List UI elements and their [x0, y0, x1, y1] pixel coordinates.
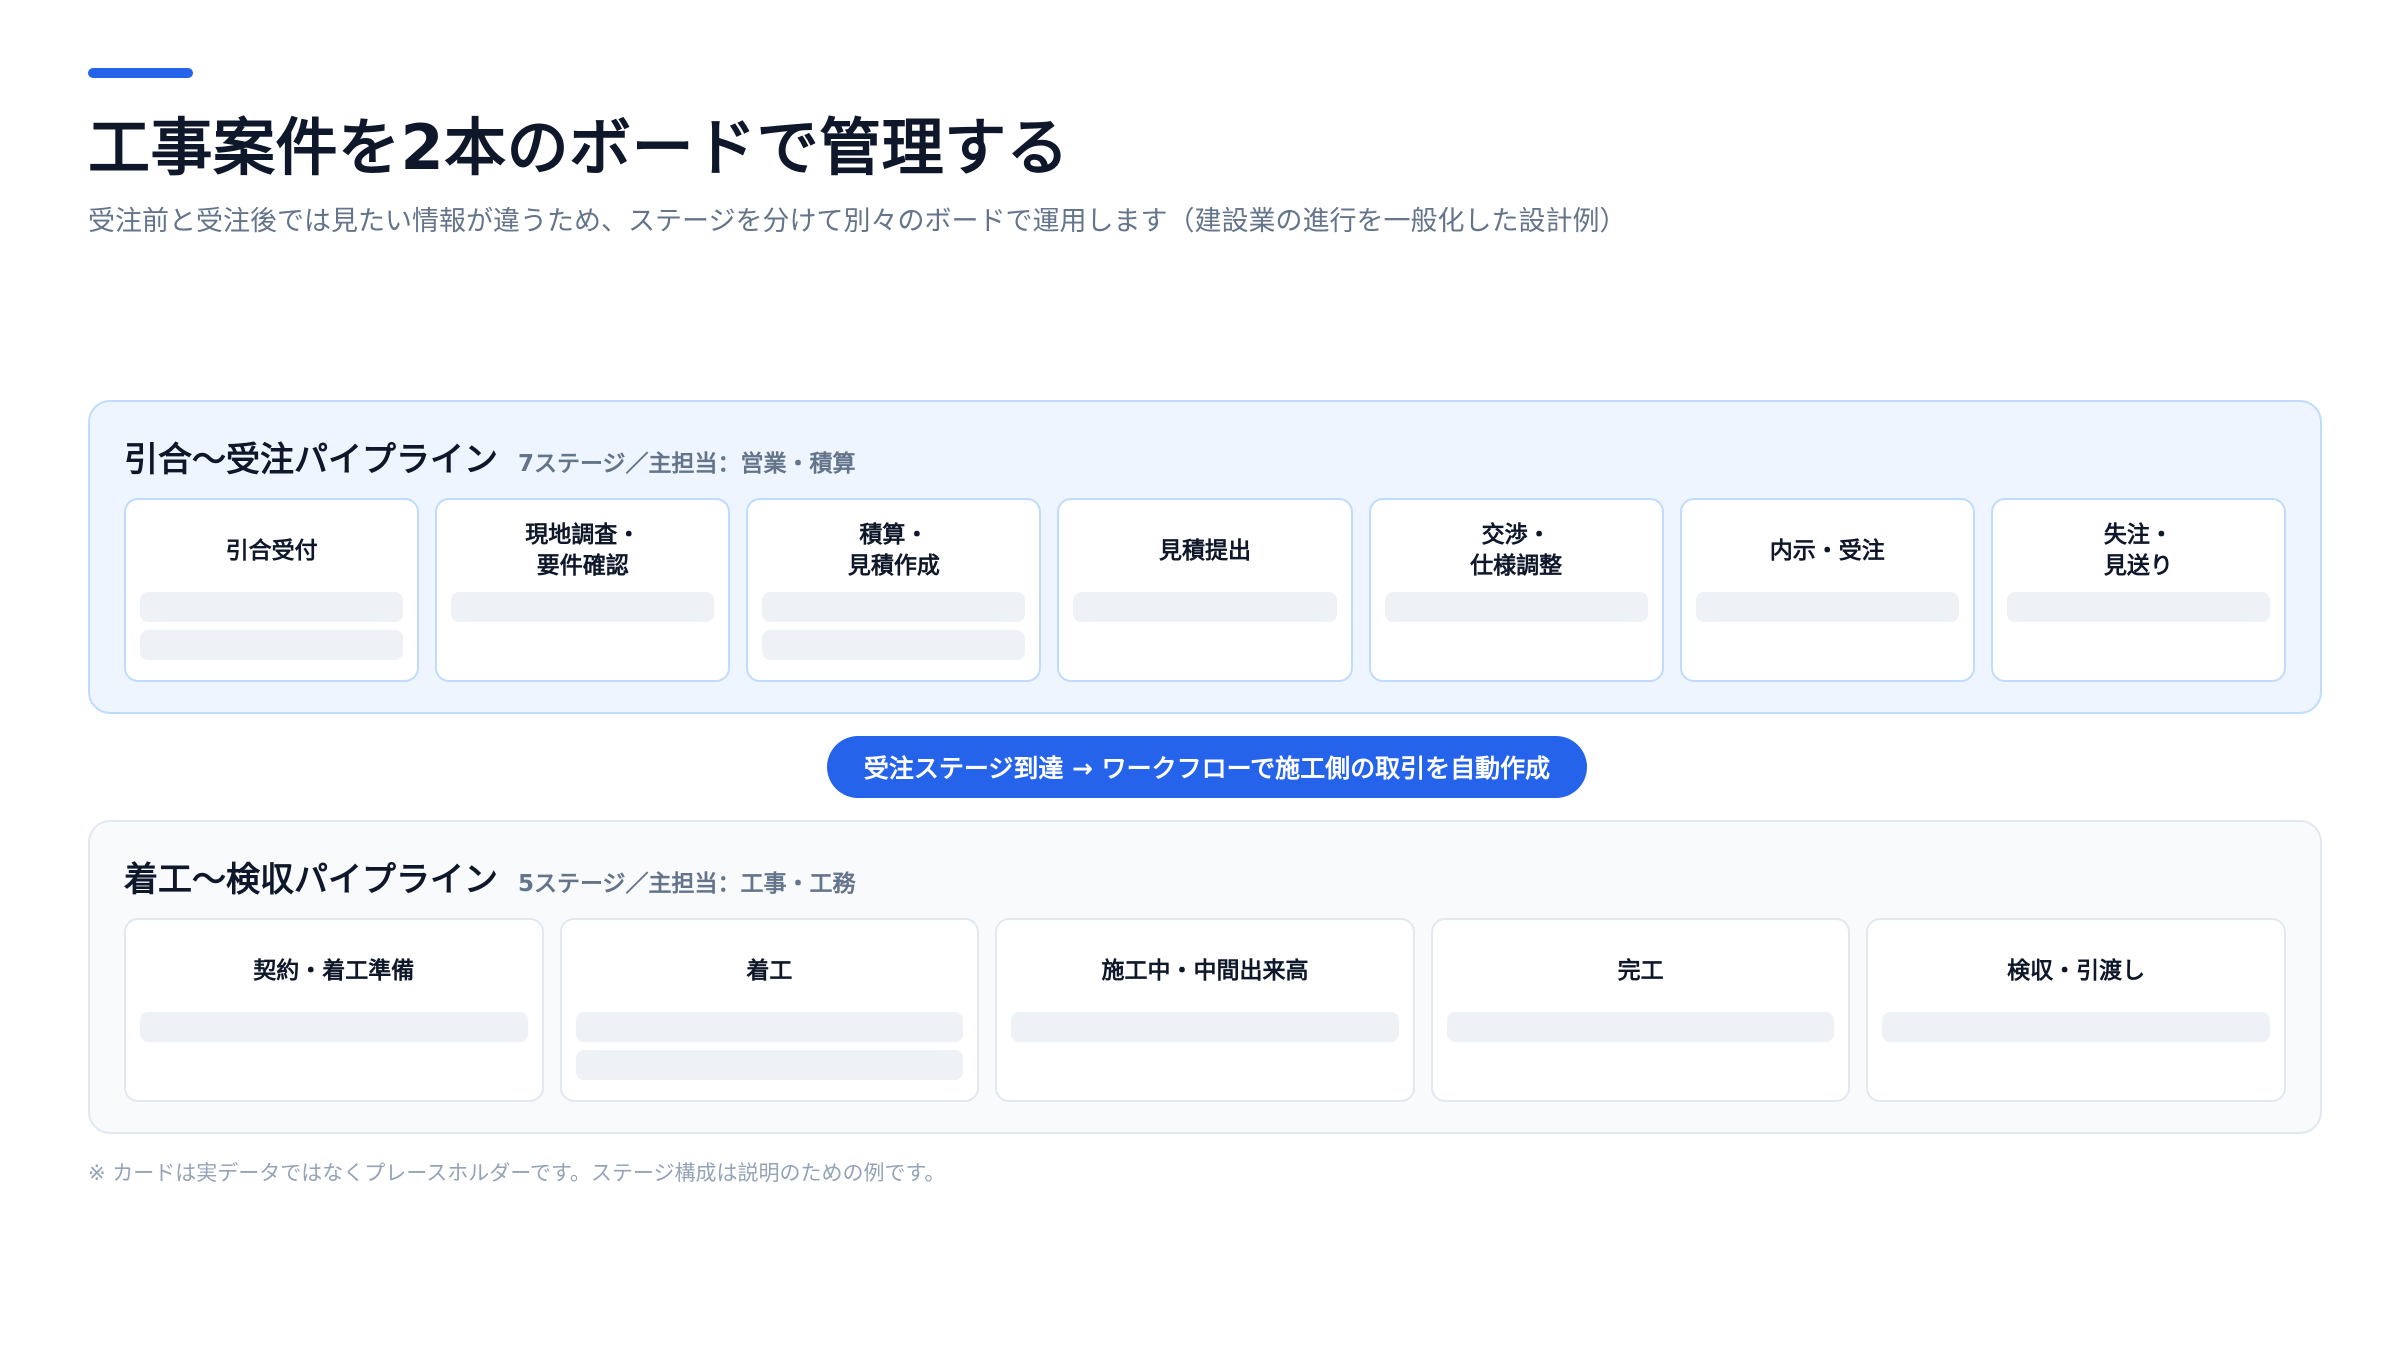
stage-name: 引合受付: [225, 537, 318, 564]
stage-name: 積算・ 見積作成: [847, 522, 940, 579]
pipeline-meta: 5ステージ／主担当：工事・工務: [518, 871, 856, 897]
stage-card[interactable]: 施工中・中間出来高: [995, 918, 1415, 1102]
placeholder-card: [1011, 1012, 1399, 1042]
stage-name: 交渉・ 仕様調整: [1470, 522, 1563, 579]
placeholder-card: [1882, 1012, 2270, 1042]
stage-row: 引合受付 現地調査・ 要件確認 積算・ 見積作成 見積提出 交渉・ 仕様調整 内…: [124, 498, 2286, 682]
stage-name: 契約・着工準備: [253, 957, 415, 984]
pipeline-header: 引合〜受注パイプライン 7ステージ／主担当：営業・積算: [124, 432, 856, 481]
placeholder-card: [1446, 1012, 1835, 1042]
page-title: 工事案件を2本のボードで管理する: [88, 111, 1070, 184]
stage-name: 見積提出: [1158, 537, 1251, 564]
pipeline-board-pre-order: 引合〜受注パイプライン 7ステージ／主担当：営業・積算 引合受付 現地調査・ 要…: [88, 400, 2322, 714]
stage-row: 契約・着工準備 着工 施工中・中間出来高 完工 検収・引渡し: [124, 918, 2286, 1102]
placeholder-card: [1695, 592, 1959, 622]
placeholder-card: [762, 592, 1026, 622]
stage-name: 施工中・中間出来高: [1101, 957, 1309, 984]
pipeline-title: 着工〜検収パイプライン: [124, 860, 498, 900]
placeholder-card: [140, 1012, 528, 1042]
placeholder-card: [575, 1012, 964, 1042]
title-accent-bar: [88, 68, 193, 78]
pipeline-board-construction: 着工〜検収パイプライン 5ステージ／主担当：工事・工務 契約・着工準備 着工 施…: [88, 820, 2322, 1134]
placeholder-card: [451, 592, 715, 622]
stage-name: 完工: [1617, 957, 1664, 984]
stage-card[interactable]: 引合受付: [124, 498, 420, 682]
stage-card[interactable]: 完工: [1430, 918, 1851, 1102]
workflow-connector-pill: 受注ステージ到達 → ワークフローで施工側の取引を自動作成: [827, 736, 1587, 798]
placeholder-card: [1384, 592, 1648, 622]
stage-card[interactable]: 検収・引渡し: [1866, 918, 2286, 1102]
pipeline-title: 引合〜受注パイプライン: [124, 440, 498, 480]
placeholder-card: [2006, 592, 2270, 622]
page-subtitle: 受注前と受注後では見たい情報が違うため、ステージを分けて別々のボードで運用します…: [88, 206, 1627, 237]
stage-card[interactable]: 内示・受注: [1679, 498, 1975, 682]
stage-name: 内示・受注: [1769, 537, 1885, 564]
stage-name: 検収・引渡し: [2007, 957, 2146, 984]
stage-card[interactable]: 着工: [559, 918, 980, 1102]
placeholder-card: [762, 630, 1026, 660]
placeholder-card: [140, 592, 404, 622]
stage-card[interactable]: 現地調査・ 要件確認: [435, 498, 731, 682]
stage-name: 着工: [746, 957, 793, 984]
pipeline-meta: 7ステージ／主担当：営業・積算: [518, 451, 856, 477]
stage-name: 失注・ 見送り: [2103, 522, 2173, 579]
stage-card[interactable]: 積算・ 見積作成: [746, 498, 1042, 682]
stage-card[interactable]: 交渉・ 仕様調整: [1368, 498, 1664, 682]
placeholder-card: [1073, 592, 1337, 622]
placeholder-card: [575, 1050, 964, 1080]
stage-name: 現地調査・ 要件確認: [525, 522, 641, 579]
stage-card[interactable]: 契約・着工準備: [124, 918, 544, 1102]
placeholder-card: [140, 630, 404, 660]
footnote: ※ カードは実データではなくプレースホルダーです。ステージ構成は説明のための例で…: [88, 1161, 946, 1185]
pipeline-header: 着工〜検収パイプライン 5ステージ／主担当：工事・工務: [124, 852, 856, 901]
stage-card[interactable]: 失注・ 見送り: [1990, 498, 2286, 682]
stage-card[interactable]: 見積提出: [1057, 498, 1353, 682]
